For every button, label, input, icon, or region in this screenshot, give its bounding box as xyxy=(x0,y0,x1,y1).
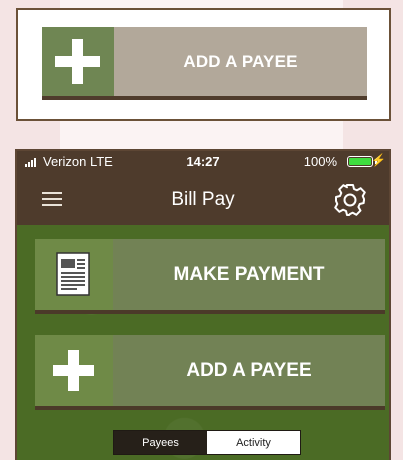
status-bar: Verizon LTE 14:27 100% ⚡ xyxy=(17,151,389,173)
make-payment-icon-box xyxy=(35,239,113,310)
charging-icon: ⚡ xyxy=(371,153,386,167)
tab-activity[interactable]: Activity xyxy=(207,431,300,454)
phone-screen: Verizon LTE 14:27 100% ⚡ Bill Pay MAKE P… xyxy=(15,149,391,460)
add-payee-label: ADD A PAYEE xyxy=(186,359,312,381)
add-payee-button[interactable]: ADD A PAYEE xyxy=(35,335,385,410)
plus-icon xyxy=(53,350,94,391)
main-content: MAKE PAYMENT ADD A PAYEE Payees Activity xyxy=(17,225,389,460)
segmented-control: Payees Activity xyxy=(113,430,301,455)
battery-percent: 100% xyxy=(303,154,337,169)
battery-icon xyxy=(347,156,373,167)
battery-fill xyxy=(349,158,371,165)
zoomed-icon-box xyxy=(42,27,114,96)
zoomed-add-payee-label: ADD A PAYEE xyxy=(183,51,298,71)
zoomed-add-payee-button[interactable]: ADD A PAYEE xyxy=(42,27,367,100)
gear-icon[interactable] xyxy=(333,183,367,217)
nav-bar: Bill Pay xyxy=(17,173,389,225)
make-payment-label: MAKE PAYMENT xyxy=(173,263,325,285)
zoomed-callout: ADD A PAYEE xyxy=(16,8,391,121)
document-icon xyxy=(56,252,90,296)
make-payment-button[interactable]: MAKE PAYMENT xyxy=(35,239,385,314)
plus-icon xyxy=(55,39,100,84)
add-payee-icon-box xyxy=(35,335,113,406)
tab-payees[interactable]: Payees xyxy=(114,431,207,454)
